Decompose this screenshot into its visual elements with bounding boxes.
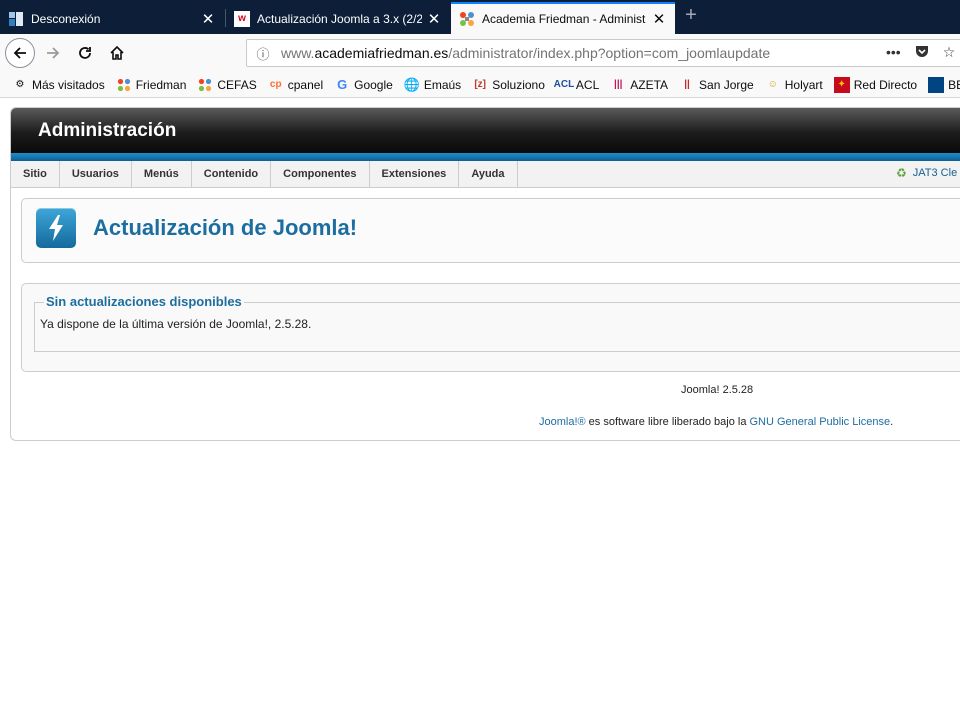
tab-actualizacion[interactable]: w Actualización Joomla a 3.x (2/2) ✕ [226, 3, 450, 34]
sanjorge-icon: || [684, 79, 690, 90]
admin-menubar: Sitio Usuarios Menús Contenido Component… [11, 161, 960, 188]
url-actions: ••• ☆ [886, 44, 955, 61]
joomla-favicon-icon [459, 11, 475, 27]
tab-title: Desconexión [31, 11, 101, 26]
bookmark-cpanel[interactable]: cp cpanel [268, 77, 323, 93]
admin-title: Administración [38, 120, 177, 141]
gear-icon: ⚙ [15, 79, 25, 90]
more-actions-icon[interactable]: ••• [886, 44, 901, 61]
bookmark-mas-visitados[interactable]: ⚙ Más visitados [12, 77, 105, 93]
home-icon [110, 45, 124, 60]
update-status-box: Sin actualizaciones disponibles Ya dispo… [21, 283, 960, 372]
spain-icon: ✦ [833, 76, 850, 93]
w-favicon-icon: w [234, 10, 250, 27]
site-favicon-icon [8, 11, 24, 27]
bookmark-red-directo[interactable]: ✦ Red Directo [833, 76, 917, 93]
bookmark-google[interactable]: G Google [334, 77, 393, 93]
footer-version: Joomla! 2.5.28 [681, 384, 754, 396]
reload-icon [79, 47, 91, 59]
z-icon: [z] [474, 79, 487, 90]
joomla-icon [116, 77, 132, 93]
tab-academia-friedman[interactable]: Academia Friedman - Administ ✕ [451, 2, 675, 34]
info-icon[interactable]: ⓘ [251, 44, 275, 63]
menu-contenido[interactable]: Contenido [192, 161, 272, 187]
cpanel-icon: cp [269, 79, 282, 90]
bookmark-holyart[interactable]: ☺ Holyart [765, 77, 823, 93]
bookmark-star-icon[interactable]: ☆ [943, 44, 956, 61]
page-title: Actualización de Joomla! [93, 215, 358, 240]
home-button[interactable] [102, 38, 132, 68]
tab-title: Academia Friedman - Administ [482, 12, 646, 26]
update-message: Ya dispone de la última versión de Jooml… [40, 317, 312, 331]
acl-icon: ACL [553, 79, 575, 90]
menu-ayuda[interactable]: Ayuda [459, 161, 518, 187]
bookmark-acl[interactable]: ACL ACL [553, 77, 600, 93]
azeta-icon: ||| [614, 79, 623, 90]
close-icon[interactable]: ✕ [651, 10, 667, 28]
bookmarks-toolbar: ⚙ Más visitados Friedman CEFAS cp cpanel G… [0, 72, 960, 98]
browser-nav-bar: ⓘ www.academiafriedman.es/administrator/… [0, 34, 960, 72]
admin-header: Administración [11, 108, 960, 153]
joomla-link[interactable]: Joomla!® [539, 416, 586, 428]
joomla-icon [197, 77, 213, 93]
holyart-icon: ☺ [767, 79, 778, 90]
tab-title: Actualización Joomla a 3.x (2/2) [257, 11, 422, 26]
pocket-icon[interactable] [915, 44, 929, 61]
back-button[interactable] [5, 38, 35, 68]
bookmark-cefas[interactable]: CEFAS [197, 77, 257, 93]
lightning-icon [36, 208, 76, 248]
bookmark-bbv[interactable]: BBV [928, 76, 960, 93]
fieldset-legend: Sin actualizaciones disponibles [44, 294, 244, 309]
update-fieldset: Sin actualizaciones disponibles Ya dispo… [34, 294, 960, 352]
url-bar[interactable]: ⓘ www.academiafriedman.es/administrator/… [246, 39, 960, 67]
header-blue-strip [11, 153, 960, 161]
reload-button[interactable] [70, 38, 100, 68]
forward-button[interactable] [38, 38, 68, 68]
browser-tab-bar: Desconexión ✕ w Actualización Joomla a 3… [0, 0, 960, 34]
arrow-right-icon [47, 47, 60, 59]
page-header-box: Actualización de Joomla! [21, 198, 960, 263]
new-tab-button[interactable]: + [680, 4, 702, 27]
footer-license: Joomla!® es software libre liberado bajo… [539, 416, 894, 428]
gpl-license-link[interactable]: GNU General Public License [750, 416, 891, 428]
menu-sitio[interactable]: Sitio [11, 161, 60, 187]
menu-usuarios[interactable]: Usuarios [60, 161, 132, 187]
tab-desconexion[interactable]: Desconexión ✕ [0, 3, 224, 34]
bookmark-azeta[interactable]: ||| AZETA [610, 77, 668, 93]
close-icon[interactable]: ✕ [426, 10, 442, 28]
bookmark-san-jorge[interactable]: || San Jorge [679, 77, 754, 93]
joomla-admin-panel: Administración Sitio Usuarios Menús Cont… [10, 107, 960, 441]
arrow-left-icon [13, 47, 26, 59]
recycle-icon: ♻ [896, 166, 907, 180]
google-icon: G [337, 77, 348, 92]
bookmark-emaus[interactable]: 🌐 Emaús [404, 77, 461, 93]
url-text: www.academiafriedman.es/administrator/in… [281, 45, 771, 61]
globe-icon: 🌐 [403, 76, 420, 92]
bookmark-soluziono[interactable]: [z] Soluziono [472, 77, 545, 93]
jat3-cleaner-link[interactable]: ♻ JAT3 Cle [896, 166, 957, 180]
menu-componentes[interactable]: Componentes [271, 161, 370, 187]
close-icon[interactable]: ✕ [200, 10, 216, 28]
bbva-icon [928, 76, 945, 93]
menu-menus[interactable]: Menús [132, 161, 192, 187]
menu-extensiones[interactable]: Extensiones [370, 161, 460, 187]
bookmark-friedman[interactable]: Friedman [116, 77, 186, 93]
